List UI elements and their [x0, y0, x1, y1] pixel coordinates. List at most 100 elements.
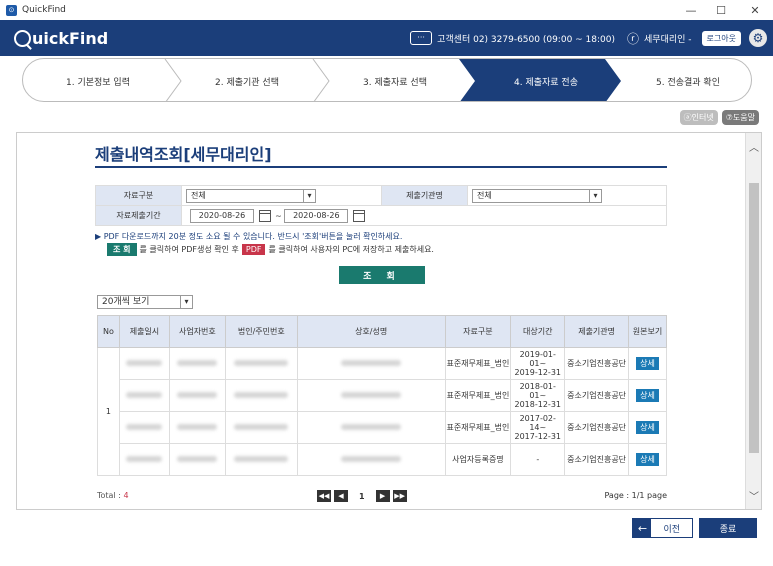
table-footer: Total : 4 ◀◀ ◀ 1 ▶ ▶▶ Page : 1/1 page	[97, 490, 667, 505]
call-center-info: 고객센터 02) 3279-6500 (09:00 ~ 18:00)	[437, 34, 616, 45]
redacted-text	[177, 424, 218, 430]
redacted-text	[126, 360, 163, 366]
redacted-text	[234, 424, 289, 430]
arrow-left-icon: ←	[633, 519, 652, 537]
notice-line: ▶ PDF 다운로드까지 20분 정도 소요 될 수 있습니다. 반드시 '조회…	[95, 232, 403, 241]
data-type-select[interactable]: 전체 ▾	[186, 188, 316, 203]
chevron-down-icon: ▾	[589, 189, 601, 202]
page-title: 제출내역조회[세무대리인]	[95, 145, 272, 164]
chevron-down-icon: ▾	[303, 189, 315, 202]
app-icon: ⊙	[6, 4, 17, 16]
redacted-text	[177, 360, 218, 366]
user-icon: ⓡ	[627, 31, 640, 46]
vertical-scrollbar[interactable]: ︿ ﹀	[745, 133, 761, 509]
redacted-text	[341, 360, 402, 366]
step-2: 2. 제출기관 선택	[215, 77, 279, 88]
next-page-icon[interactable]: ▶	[375, 490, 390, 502]
calendar-icon[interactable]	[352, 209, 365, 222]
col-header: 자료구분	[444, 315, 512, 348]
step-4: 4. 제출자료 전송	[514, 77, 578, 88]
search-button[interactable]: 조 회	[339, 266, 425, 284]
chevron-down-icon: ▾	[180, 296, 192, 308]
calendar-icon[interactable]	[258, 209, 271, 222]
help-button[interactable]: ⑦도움말	[721, 110, 759, 125]
maximize-button[interactable]: ☐	[706, 0, 736, 20]
redacted-text	[341, 392, 402, 398]
detail-button[interactable]: 상세	[636, 421, 659, 434]
agency-cell: 중소기업진흥공단	[564, 347, 630, 380]
detail-button[interactable]: 상세	[636, 357, 659, 370]
period-cell: 2019-01-01~ 2019-12-31	[510, 347, 566, 380]
close-button[interactable]: ✕	[740, 0, 770, 20]
page-size-select[interactable]: 20개씩 보기 ▾	[97, 295, 193, 309]
agency-select[interactable]: 전체 ▾	[472, 188, 602, 203]
agency-cell: 중소기업진흥공단	[564, 411, 630, 444]
first-page-icon[interactable]: ◀◀	[317, 490, 331, 502]
scroll-thumb[interactable]	[749, 183, 759, 453]
period-cell: 2017-02-14~ 2017-12-31	[510, 411, 566, 444]
search-tag: 조 회	[107, 243, 137, 256]
table-row: 1 표준재무제표_법인 2019-01-01~ 2019-12-31 중소기업진흥…	[97, 347, 667, 476]
row-number: 1	[97, 347, 120, 476]
col-header: No	[97, 315, 120, 348]
page-number[interactable]: 1	[359, 492, 365, 501]
logo-q-icon	[14, 29, 31, 47]
user-name: 세무대리인 -	[644, 34, 692, 45]
detail-button[interactable]: 상세	[636, 389, 659, 402]
detail-button[interactable]: 상세	[636, 453, 659, 466]
step-3: 3. 제출자료 선택	[363, 77, 427, 88]
logo: uickFind	[14, 29, 108, 48]
redacted-text	[234, 456, 289, 462]
gear-icon[interactable]: ⚙	[749, 29, 767, 47]
period-label: 자료제출기간	[95, 205, 182, 226]
date-from-input[interactable]: 2020-08-26	[190, 208, 254, 223]
prev-button[interactable]: ← 이전	[632, 518, 693, 538]
data-type-cell: 사업자등록증명	[444, 443, 512, 476]
col-header: 제출일시	[118, 315, 170, 348]
date-to-input[interactable]: 2020-08-26	[284, 208, 349, 223]
redacted-text	[126, 456, 163, 462]
table-row: 표준재무제표_법인 2017-02-14~ 2017-12-31 중소기업진흥공단…	[98, 411, 667, 444]
scroll-down-icon[interactable]: ﹀	[749, 488, 759, 503]
col-header: 제출기관명	[564, 315, 630, 348]
prev-page-icon[interactable]: ◀	[334, 490, 348, 502]
col-header: 법인/주민번호	[224, 315, 298, 348]
title-bar: ⊙ QuickFind — ☐ ✕	[0, 0, 773, 20]
end-button[interactable]: 종료	[699, 518, 757, 538]
data-type-cell: 표준재무제표_법인	[444, 379, 512, 412]
agency-cell: 중소기업진흥공단	[564, 443, 630, 476]
pdf-tag: PDF	[241, 244, 266, 255]
app-header: uickFind ··· 고객센터 02) 3279-6500 (09:00 ~…	[0, 20, 773, 56]
minimize-button[interactable]: —	[676, 0, 706, 20]
step-5: 5. 전송결과 확인	[656, 77, 720, 88]
col-header: 대상기간	[510, 315, 566, 348]
col-header: 원본보기	[628, 315, 667, 348]
total-count: Total : 4	[97, 491, 129, 500]
agency-cell: 중소기업진흥공단	[564, 379, 630, 412]
redacted-text	[126, 392, 163, 398]
redacted-text	[177, 456, 218, 462]
data-type-label: 자료구분	[95, 185, 182, 206]
internet-button[interactable]: ⓐ인터넷	[679, 110, 718, 125]
period-cell: -	[510, 443, 566, 476]
col-header: 상호/성명	[296, 315, 446, 348]
col-header: 사업자번호	[168, 315, 226, 348]
search-form: 자료구분 전체 ▾ 제출기관명 전체 ▾ 자료제출기간 2020-08-26 ~ 2…	[95, 185, 667, 226]
data-type-cell: 표준재무제표_법인	[444, 347, 512, 380]
window-title: QuickFind	[22, 5, 66, 15]
redacted-text	[234, 360, 289, 366]
last-page-icon[interactable]: ▶▶	[392, 490, 407, 502]
logout-button[interactable]: 로그아웃	[701, 30, 741, 46]
pagination: ◀◀ ◀ 1 ▶ ▶▶	[317, 490, 407, 502]
results-table: No 제출일시 사업자번호 법인/주민번호 상호/성명 자료구분 대상기간 제출…	[97, 315, 667, 476]
scroll-up-icon[interactable]: ︿	[749, 139, 759, 154]
title-divider	[95, 166, 667, 168]
redacted-text	[126, 424, 163, 430]
agency-label: 제출기관명	[381, 185, 468, 206]
data-type-cell: 표준재무제표_법인	[444, 411, 512, 444]
chat-icon: ···	[410, 31, 433, 45]
period-cell: 2018-01-01~ 2018-12-31	[510, 379, 566, 412]
step-1: 1. 기본정보 입력	[66, 77, 130, 88]
notice-instruction: 조 회 를 클릭하여 PDF생성 확인 후 PDF 를 클릭하여 사용자의 PC…	[107, 243, 434, 256]
logo-text: uickFind	[32, 28, 109, 48]
